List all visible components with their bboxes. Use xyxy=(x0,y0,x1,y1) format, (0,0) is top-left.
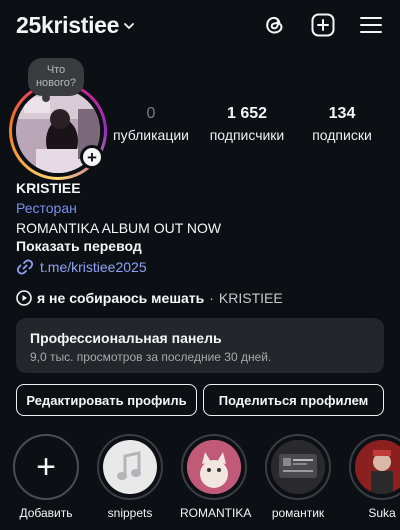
highlight-item[interactable]: романтик xyxy=(264,434,332,520)
plus-icon: + xyxy=(36,448,56,486)
username: 25kristiee xyxy=(16,12,120,38)
show-translation-link[interactable]: Показать перевод xyxy=(16,238,142,254)
highlight-ring xyxy=(265,434,331,500)
followers-count: 1 652 xyxy=(226,105,268,122)
username-switcher[interactable]: 25kristiee xyxy=(16,12,135,39)
following-label: подписки xyxy=(312,127,372,143)
highlight-add[interactable]: + Добавить xyxy=(12,434,80,520)
top-bar: 25kristiee xyxy=(0,0,400,52)
highlight-item[interactable]: Suka xyxy=(348,434,400,520)
music-song: я не собираюсь мешать xyxy=(37,290,205,306)
add-story-plus-icon[interactable]: + xyxy=(80,145,104,169)
stat-followers[interactable]: 1 652 подписчики xyxy=(203,105,291,143)
highlight-label: Добавить xyxy=(19,506,73,520)
link-icon xyxy=(16,259,34,275)
highlight-ring: + xyxy=(13,434,79,500)
profile-link-text: t.me/kristiee2025 xyxy=(40,259,147,275)
music-note-icon xyxy=(117,451,141,480)
note-bubble[interactable]: Что нового? xyxy=(28,58,84,102)
kitten-image xyxy=(187,440,241,494)
play-icon xyxy=(16,290,32,306)
music-artist: KRISTIEE xyxy=(218,290,283,306)
highlight-label: snippets xyxy=(107,506,153,520)
stat-posts[interactable]: 0 публикации xyxy=(110,105,192,143)
highlight-ring xyxy=(181,434,247,500)
dashboard-title: Профессиональная панель xyxy=(30,330,222,346)
profile-music[interactable]: я не собираюсь мешать · KRISTIEE xyxy=(16,290,283,306)
highlight-item[interactable]: ROMANTIKA xyxy=(180,434,252,520)
posts-count: 0 xyxy=(146,105,156,122)
share-profile-button[interactable]: Поделиться профилем xyxy=(203,384,384,416)
highlight-cover xyxy=(103,440,157,494)
highlight-label: романтик xyxy=(271,506,325,520)
highlight-ring xyxy=(349,434,400,500)
highlight-ring xyxy=(97,434,163,500)
highlight-cover xyxy=(271,440,325,494)
suka-cover-image xyxy=(355,440,400,494)
create-post-icon[interactable] xyxy=(310,12,336,38)
music-separator: · xyxy=(209,290,214,306)
professional-dashboard[interactable]: Профессиональная панель 9,0 тыс. просмот… xyxy=(16,318,384,373)
highlight-cover xyxy=(355,440,400,494)
profile-link[interactable]: t.me/kristiee2025 xyxy=(16,258,147,276)
dashboard-subtitle: 9,0 тыс. просмотров за последние 30 дней… xyxy=(30,350,272,364)
following-count: 134 xyxy=(328,105,356,122)
highlight-label: ROMANTIKA xyxy=(180,506,252,520)
profile-bio: ROMANTIKA ALBUM OUT NOW xyxy=(16,220,222,236)
profile-category[interactable]: Ресторан xyxy=(16,200,77,216)
stat-following[interactable]: 134 подписки xyxy=(306,105,378,143)
highlight-label: Suka xyxy=(368,506,396,520)
highlight-cover xyxy=(187,440,241,494)
audio-card-image xyxy=(271,440,325,494)
profile-name: KRISTIEE xyxy=(16,180,81,196)
threads-icon[interactable] xyxy=(262,12,288,38)
note-text: Что нового? xyxy=(35,64,77,89)
highlight-item[interactable]: snippets xyxy=(96,434,164,520)
edit-profile-button[interactable]: Редактировать профиль xyxy=(16,384,197,416)
followers-label: подписчики xyxy=(209,127,285,143)
menu-icon[interactable] xyxy=(358,12,384,38)
chevron-down-icon xyxy=(124,22,135,29)
posts-label: публикации xyxy=(113,127,189,143)
